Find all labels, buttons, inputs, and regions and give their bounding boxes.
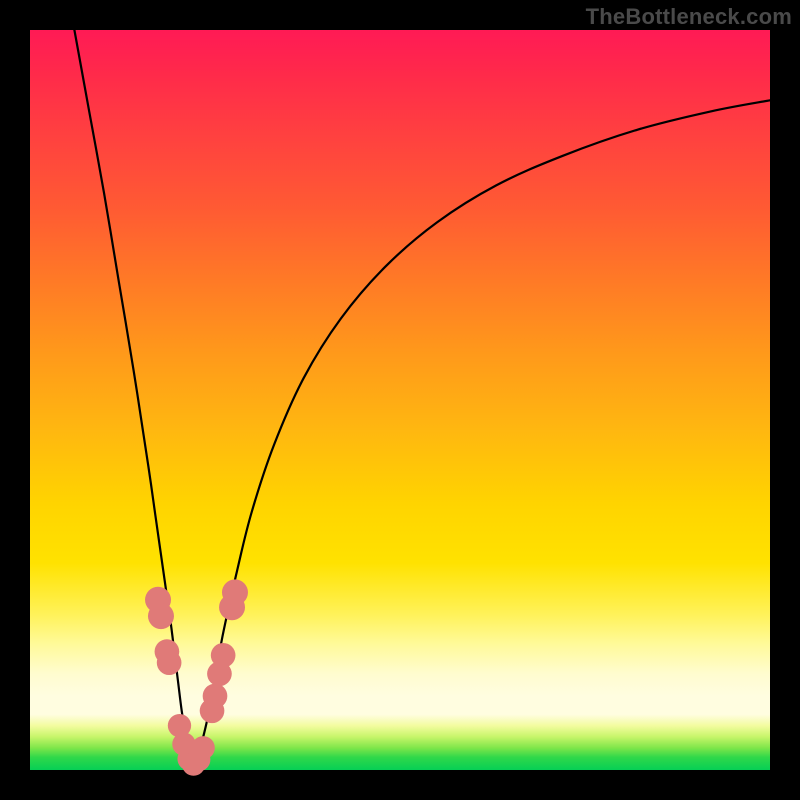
plot-area: [30, 30, 770, 770]
data-marker: [211, 643, 236, 668]
chart-frame: TheBottleneck.com: [0, 0, 800, 800]
data-marker: [192, 736, 215, 759]
data-marker: [222, 579, 248, 605]
data-marker: [157, 650, 182, 675]
curves-svg: [30, 30, 770, 770]
marker-group: [145, 579, 248, 775]
data-marker: [148, 603, 174, 629]
watermark-text: TheBottleneck.com: [586, 4, 792, 30]
data-marker: [203, 684, 228, 709]
curve-right-branch: [193, 100, 770, 766]
